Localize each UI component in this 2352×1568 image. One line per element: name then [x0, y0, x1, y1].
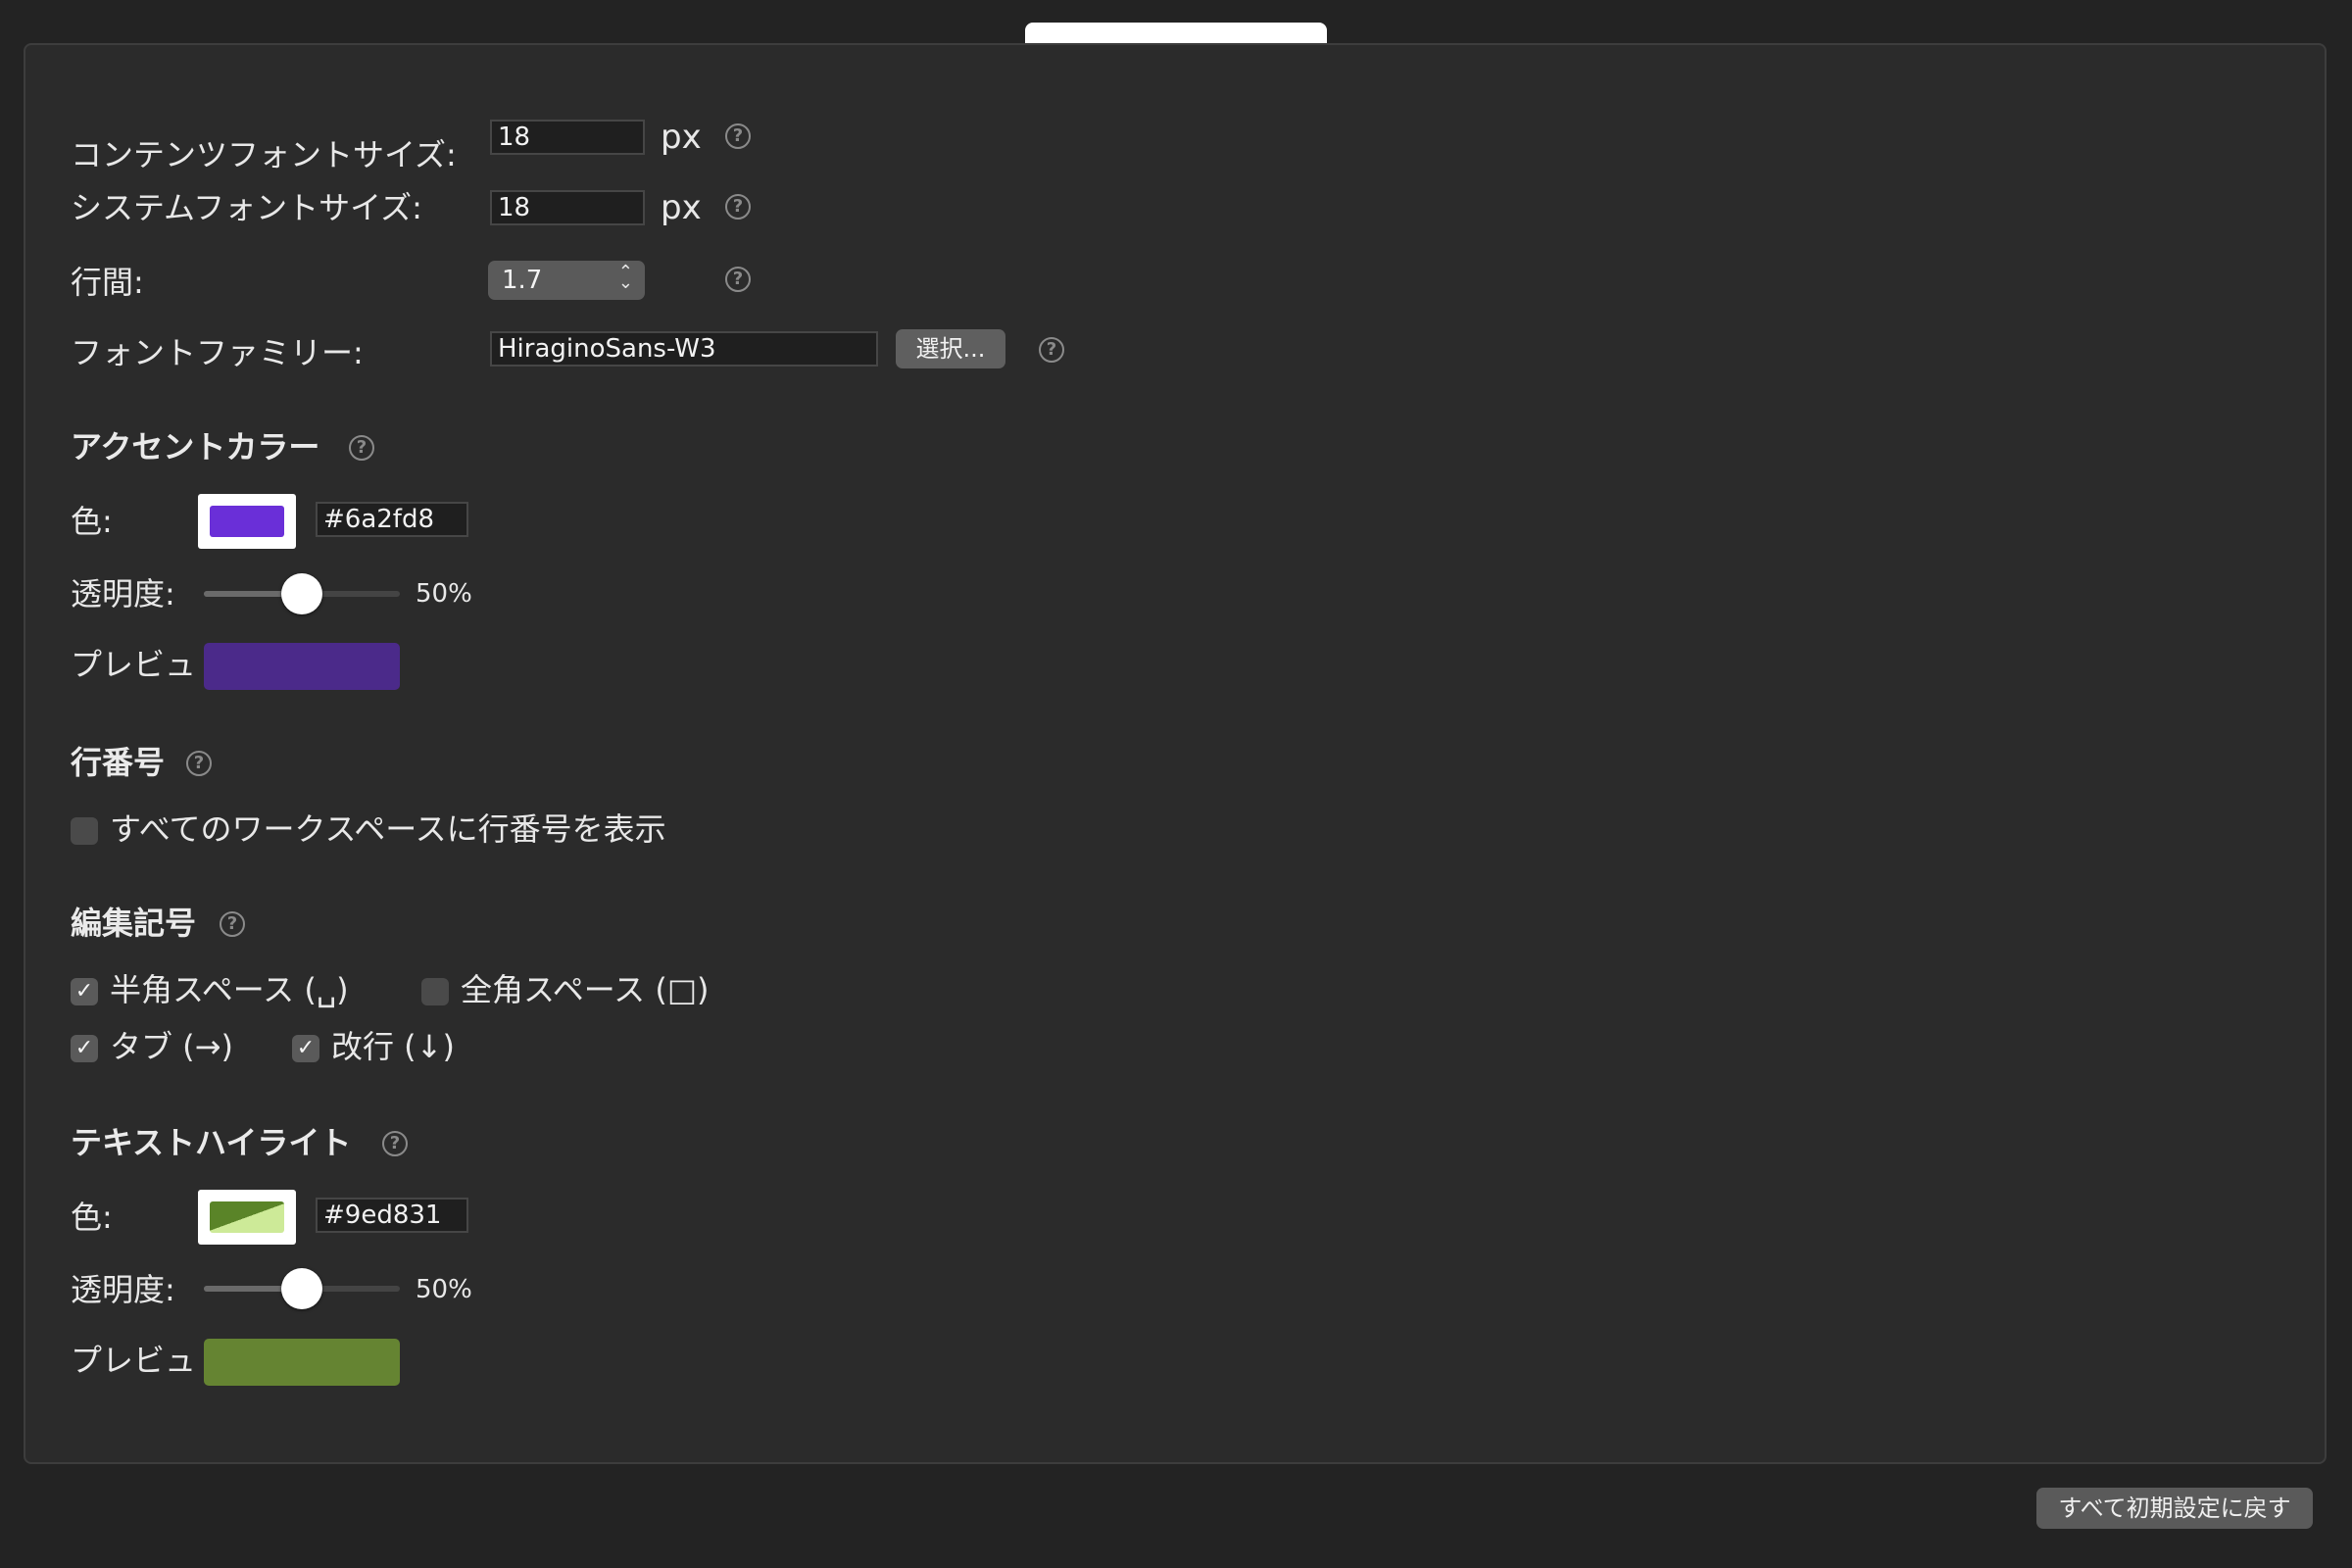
- show-line-numbers-label: すべてのワークスペースに行番号を表示: [110, 810, 666, 848]
- highlight-color-label: 色:: [71, 1199, 113, 1236]
- font-family-label: フォントファミリー:: [71, 334, 364, 371]
- half-space-label: 半角スペース (␣): [110, 971, 349, 1008]
- newline-mark-label: 改行 (↓): [331, 1028, 455, 1065]
- half-space-checkbox[interactable]: ✓: [71, 978, 98, 1005]
- preferences-window: コンテンツフォントサイズ: 18 px ? システムフォントサイズ: 18 px…: [0, 0, 2352, 1568]
- system-font-size-unit: px: [661, 188, 702, 227]
- line-height-stepper[interactable]: 1.7 ⌃ ⌄: [488, 261, 645, 300]
- highlight-color-hex-input[interactable]: #9ed831: [316, 1198, 468, 1233]
- accent-opacity-label: 透明度:: [71, 575, 175, 612]
- line-numbers-title: 行番号: [71, 744, 166, 781]
- tab-mark-checkbox[interactable]: ✓: [71, 1035, 98, 1062]
- accent-color-hex-input[interactable]: #6a2fd8: [316, 502, 468, 537]
- content-font-size-unit: px: [661, 118, 702, 157]
- highlight-color-swatch: [210, 1201, 284, 1233]
- reset-all-button[interactable]: すべて初期設定に戻す: [2036, 1488, 2313, 1529]
- accent-opacity-value: 50%: [416, 579, 472, 609]
- font-select-button[interactable]: 選択...: [896, 329, 1005, 368]
- text-highlight-title: テキストハイライト: [71, 1124, 352, 1161]
- tab-mark-label: タブ (→): [110, 1028, 233, 1065]
- show-line-numbers-checkbox[interactable]: [71, 817, 98, 845]
- accent-color-well[interactable]: [198, 494, 296, 549]
- highlight-preview-bar: [204, 1339, 400, 1386]
- content-font-size-input[interactable]: 18: [490, 120, 645, 155]
- help-icon[interactable]: ?: [186, 751, 212, 776]
- line-height-label: 行間:: [71, 264, 144, 301]
- help-icon[interactable]: ?: [220, 911, 245, 937]
- accent-color-title: アクセントカラー: [71, 428, 320, 466]
- content-font-size-label: コンテンツフォントサイズ:: [71, 136, 457, 173]
- help-icon[interactable]: ?: [725, 267, 751, 292]
- accent-preview-bar: [204, 643, 400, 690]
- accent-color-label: 色:: [71, 503, 113, 540]
- stepper-arrows-icon[interactable]: ⌃ ⌄: [618, 261, 633, 296]
- highlight-opacity-value: 50%: [416, 1275, 472, 1304]
- settings-panel: コンテンツフォントサイズ: 18 px ? システムフォントサイズ: 18 px…: [24, 43, 2327, 1464]
- full-space-checkbox[interactable]: [421, 978, 449, 1005]
- system-font-size-input[interactable]: 18: [490, 190, 645, 225]
- highlight-color-well[interactable]: [198, 1190, 296, 1245]
- highlight-opacity-slider-thumb[interactable]: [281, 1268, 322, 1309]
- newline-mark-checkbox[interactable]: ✓: [292, 1035, 319, 1062]
- edit-marks-title: 編集記号: [71, 905, 197, 942]
- help-icon[interactable]: ?: [725, 123, 751, 149]
- highlight-preview-label: プレビュ: [71, 1342, 197, 1379]
- chevron-down-icon[interactable]: ⌄: [618, 274, 633, 296]
- accent-color-swatch: [210, 506, 284, 537]
- full-space-label: 全角スペース (□): [461, 971, 710, 1008]
- line-height-value: 1.7: [502, 266, 543, 295]
- help-icon[interactable]: ?: [1039, 337, 1064, 363]
- help-icon[interactable]: ?: [382, 1131, 408, 1156]
- font-family-input[interactable]: HiraginoSans-W3: [490, 331, 878, 367]
- help-icon[interactable]: ?: [725, 194, 751, 220]
- accent-preview-label: プレビュ: [71, 646, 197, 683]
- help-icon[interactable]: ?: [349, 435, 374, 461]
- system-font-size-label: システムフォントサイズ:: [71, 189, 422, 226]
- accent-opacity-slider-thumb[interactable]: [281, 573, 322, 614]
- highlight-opacity-label: 透明度:: [71, 1271, 175, 1308]
